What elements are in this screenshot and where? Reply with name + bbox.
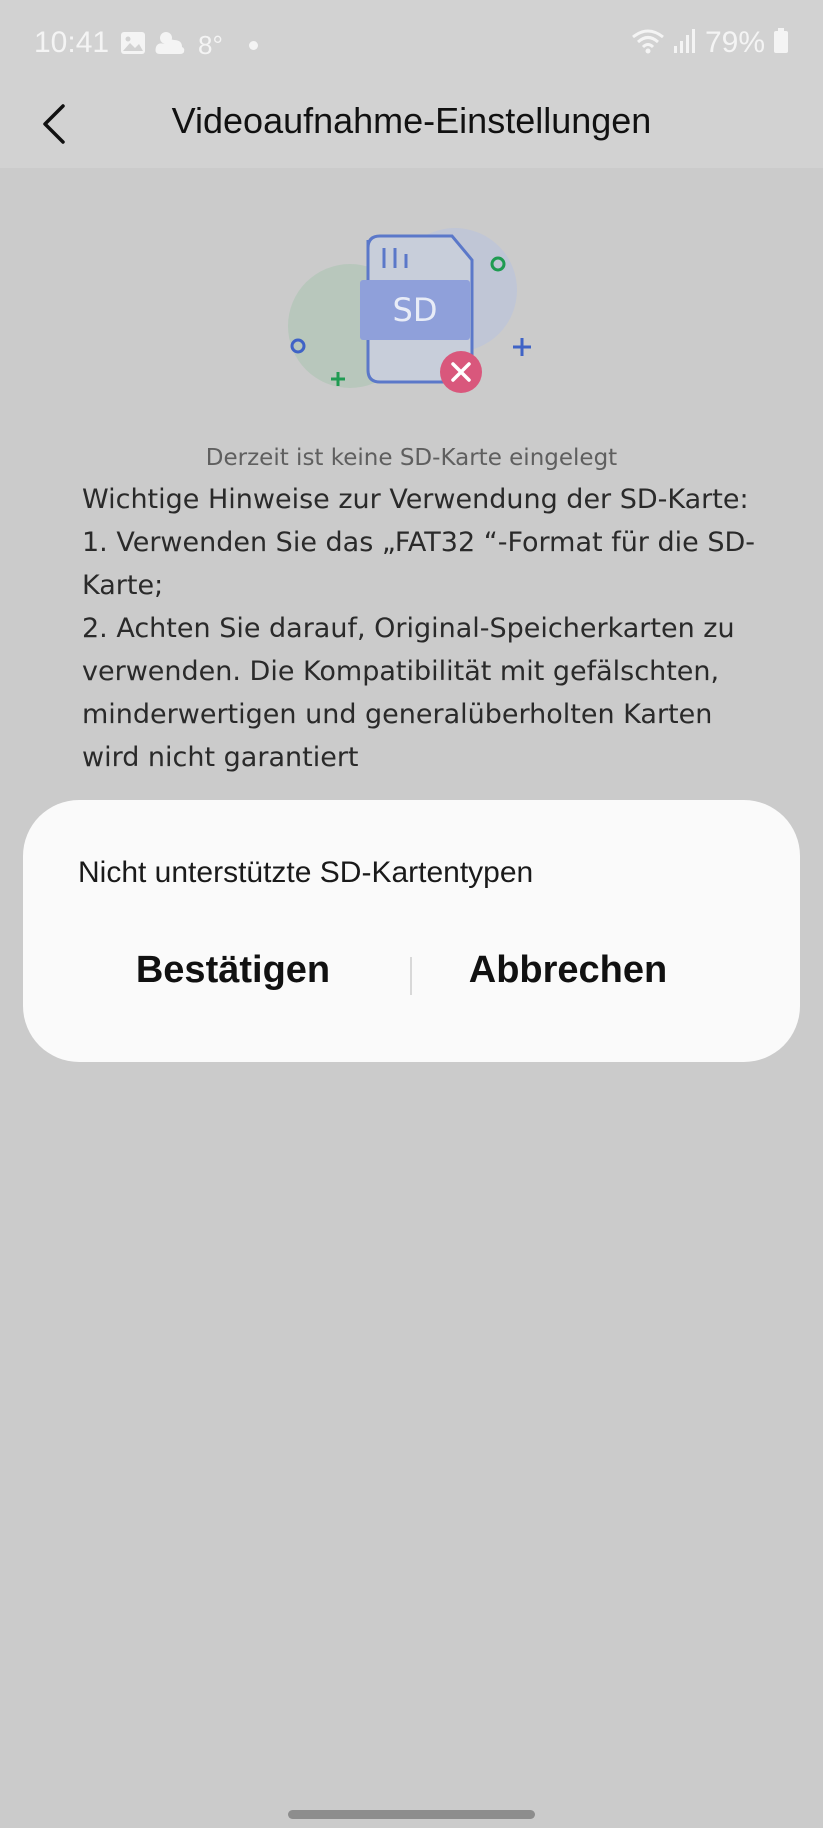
no-sd-card-text: Derzeit ist keine SD-Karte eingelegt [205, 445, 618, 471]
battery-percent: 79% [704, 26, 765, 59]
notes-heading: Wichtige Hinweise zur Verwendung der SD-… [82, 484, 749, 515]
wifi-icon [631, 27, 665, 60]
notes-item-1: 1. Verwenden Sie das „FAT32 “-Format für… [82, 527, 755, 601]
image-icon [120, 31, 146, 60]
status-left-icons: 8° [120, 30, 258, 61]
status-time: 10:41 [34, 26, 110, 59]
status-right-icons: 79% [631, 26, 789, 60]
notification-dot-icon [248, 41, 258, 50]
notes-item-2: 2. Achten Sie darauf, Original-Speicherk… [82, 613, 735, 773]
dialog-message: Nicht unterstützte SD-Kartentypen [78, 856, 534, 889]
home-indicator[interactable] [288, 1810, 535, 1819]
signal-icon [673, 28, 697, 59]
confirm-button[interactable]: Bestätigen [68, 940, 398, 1000]
svg-text:SD: SD [393, 291, 438, 329]
battery-icon [773, 27, 789, 59]
page-title: Videoaufnahme-Einstellungen [171, 100, 652, 141]
sd-card-missing-icon: SD [280, 208, 550, 408]
cloudy-icon [154, 30, 186, 61]
cancel-button[interactable]: Abbrechen [403, 940, 733, 1000]
status-temperature: 8° [198, 30, 223, 60]
app-header: Videoaufnahme-Einstellungen [0, 92, 823, 168]
status-bar: 10:41 8° 79% [0, 0, 823, 92]
gesture-nav-bar [0, 1792, 823, 1828]
unsupported-sd-card-dialog: Nicht unterstützte SD-Kartentypen Bestät… [23, 800, 800, 1062]
sd-card-notes: Wichtige Hinweise zur Verwendung der SD-… [82, 478, 762, 779]
